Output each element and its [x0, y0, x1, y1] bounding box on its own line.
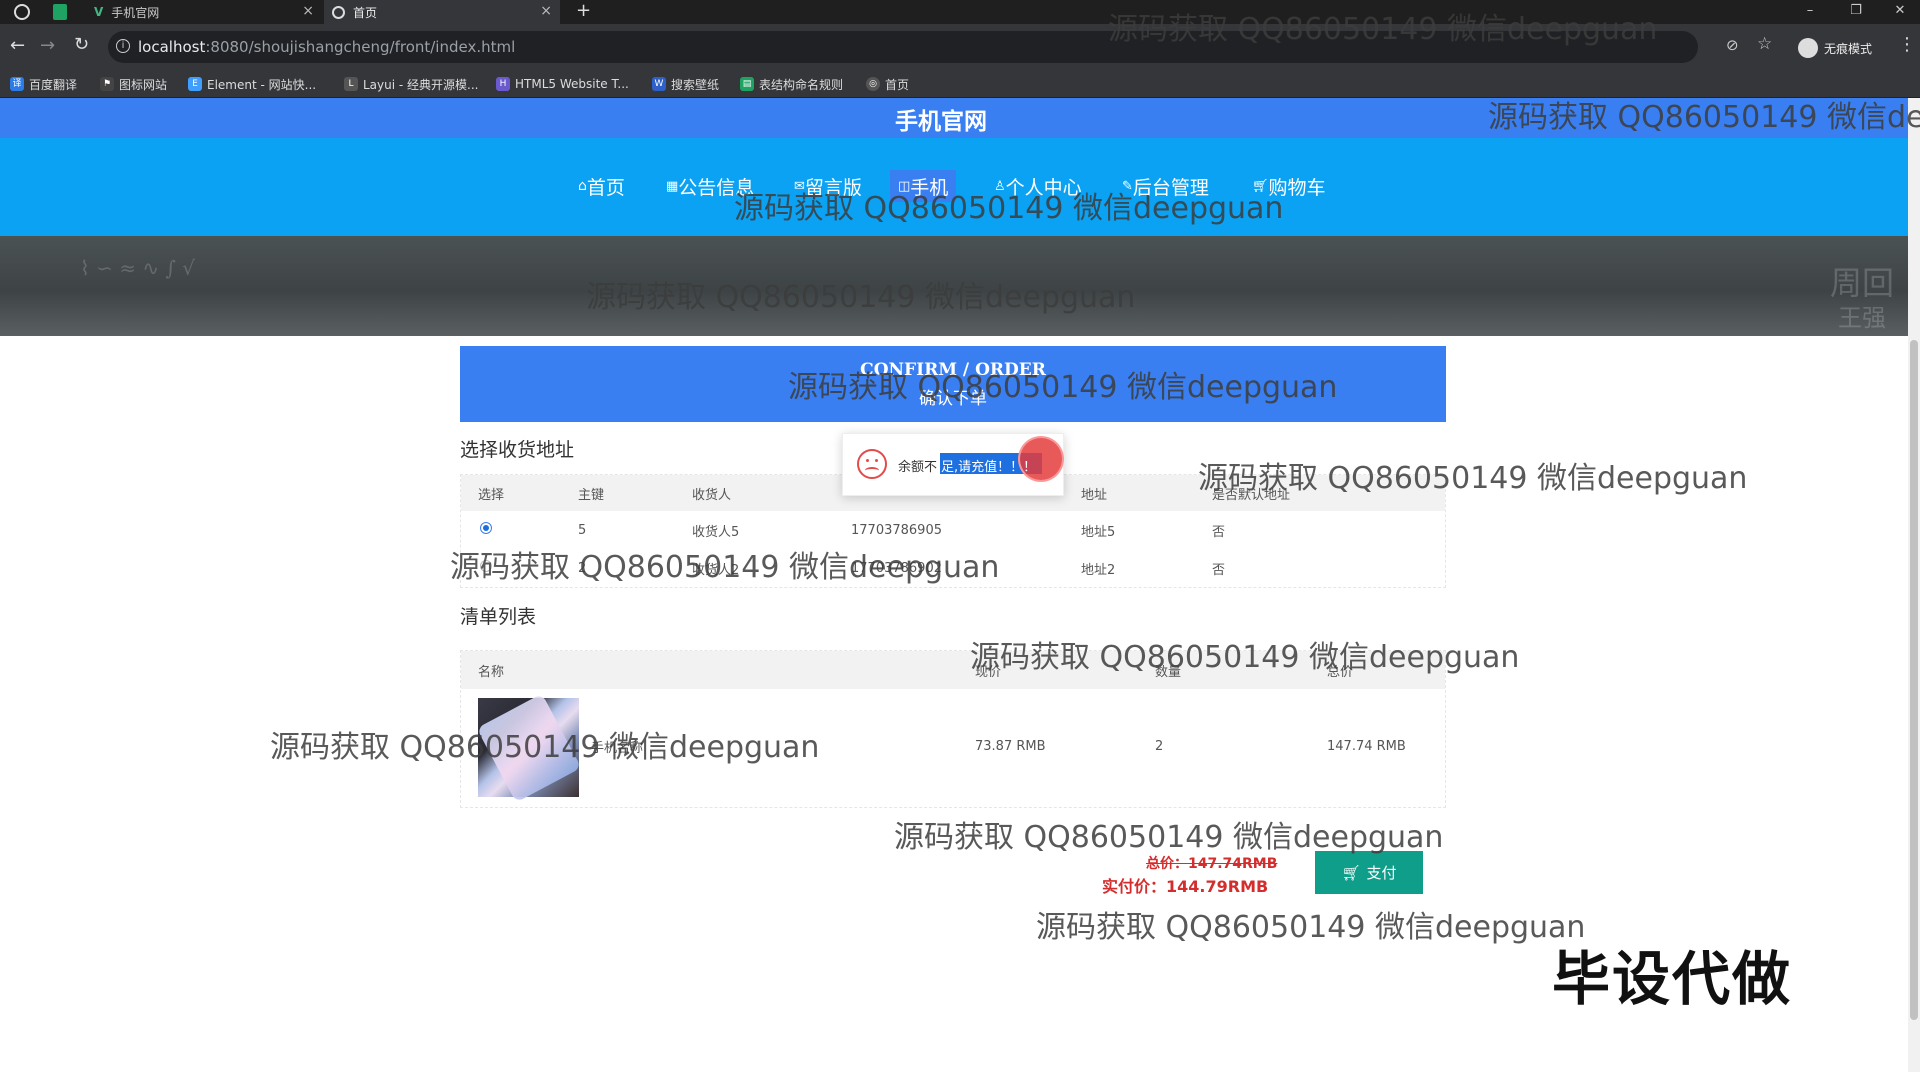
popup-message-prefix: 余额不	[898, 460, 938, 475]
banner-scribble: 王强	[1838, 304, 1886, 332]
original-total: 总价：147.74RMB	[1146, 856, 1278, 872]
cart-icon: 🛒︎	[1341, 863, 1361, 882]
translate-icon: 译	[10, 77, 24, 91]
watermark: 源码获取 QQ86050149 微信deepguan	[734, 191, 1284, 226]
pay-button[interactable]: 🛒︎ 支付	[1315, 851, 1423, 894]
reload-icon[interactable]: ↻	[74, 34, 89, 55]
watermark: 源码获取 QQ86050149 微信de	[1488, 100, 1920, 135]
bookmark-item[interactable]: E Element - 网站快...	[188, 71, 316, 97]
watermark: 源码获取 QQ86050149 微信deepguan	[1198, 461, 1748, 496]
bookmark-item[interactable]: W 搜索壁纸	[652, 71, 719, 97]
forward-icon[interactable]: →	[40, 35, 55, 56]
browser-menu-icon[interactable]	[14, 4, 30, 20]
bookmark-item[interactable]: ⚑ 图标网站	[100, 71, 167, 97]
tab-shouji[interactable]: V 手机官网 ×	[86, 0, 322, 24]
address-heading: 选择收货地址	[460, 439, 575, 461]
restore-icon[interactable]: ❐	[1836, 0, 1876, 24]
minimize-icon[interactable]: –	[1790, 0, 1830, 24]
watermark: 源码获取 QQ86050149 微信deepguan	[586, 280, 1136, 315]
watermark: 源码获取 QQ86050149 微信deepguan	[1036, 910, 1586, 945]
scrollbar-thumb[interactable]	[1910, 340, 1918, 1020]
globe-icon: ◎	[866, 77, 880, 91]
home-icon: ⌂	[578, 178, 587, 194]
new-tab-button[interactable]: +	[576, 0, 591, 21]
close-icon[interactable]: ×	[302, 3, 314, 19]
watermark: 源码获取 QQ86050149 微信deepguan	[970, 640, 1520, 675]
layui-icon: L	[344, 77, 358, 91]
tab-home[interactable]: 首页 ×	[324, 0, 560, 24]
watermark: 源码获取 QQ86050149 微信deepguan	[450, 550, 1000, 585]
incognito-label: 无痕模式	[1824, 42, 1873, 56]
close-icon[interactable]: ×	[540, 3, 552, 19]
bookmark-item[interactable]: H HTML5 Website T...	[496, 71, 629, 97]
address-radio[interactable]	[480, 522, 492, 534]
sad-face-icon	[857, 449, 887, 479]
back-icon[interactable]: ←	[10, 35, 25, 56]
sheet-icon: ▤	[740, 77, 754, 91]
tab-label: 手机官网	[111, 5, 160, 20]
globe-icon	[332, 5, 345, 19]
col-name: 名称	[461, 651, 975, 689]
bookmark-item[interactable]: 译百度翻译	[10, 71, 77, 97]
element-icon: E	[188, 77, 202, 91]
flag-icon: ⚑	[100, 77, 114, 91]
col-id: 主键	[578, 475, 692, 511]
col-address: 地址	[1081, 475, 1212, 511]
watermark: 源码获取 QQ86050149 微信deepguan	[270, 730, 820, 765]
incognito-icon[interactable]	[1798, 38, 1818, 58]
wallpaper-icon: W	[652, 77, 666, 91]
pay-label: 支付	[1366, 864, 1397, 882]
nav-home[interactable]: ⌂ 首页	[570, 170, 633, 202]
star-icon[interactable]: ☆	[1757, 34, 1772, 54]
bookmark-item[interactable]: ◎ 首页	[866, 71, 909, 97]
tab-label: 首页	[353, 5, 378, 20]
info-icon[interactable]: i	[116, 39, 130, 53]
cart-heading: 清单列表	[460, 606, 537, 628]
window-close-icon[interactable]: ✕	[1880, 0, 1920, 24]
bookmark-item[interactable]: L Layui - 经典开源模...	[344, 71, 478, 97]
eye-off-icon[interactable]: ⊘	[1726, 36, 1739, 54]
watermark: 源码获取 QQ86050149 微信deepguan	[1108, 12, 1658, 47]
col-receiver: 收货人	[692, 475, 851, 511]
popup-message-selected: 足,请充值！！！	[941, 460, 1037, 475]
url-text: localhost:8080/shoujishangcheng/front/in…	[138, 38, 516, 56]
col-select: 选择	[461, 475, 578, 511]
watermark: 源码获取 QQ86050149 微信deepguan	[788, 370, 1338, 405]
actual-total: 实付价：144.79RMB	[1102, 877, 1269, 896]
bookmark-item[interactable]: ▤ 表结构命名规则	[740, 71, 843, 97]
vue-icon: V	[94, 5, 104, 19]
menu-dots-icon[interactable]: ⋮	[1898, 34, 1916, 55]
html5-icon: H	[496, 77, 510, 91]
corner-watermark: 毕设代做	[1552, 945, 1793, 1013]
watermark: 源码获取 QQ86050149 微信deepguan	[894, 820, 1444, 855]
sheets-favicon[interactable]	[53, 4, 67, 20]
news-icon: ▦	[666, 178, 679, 194]
